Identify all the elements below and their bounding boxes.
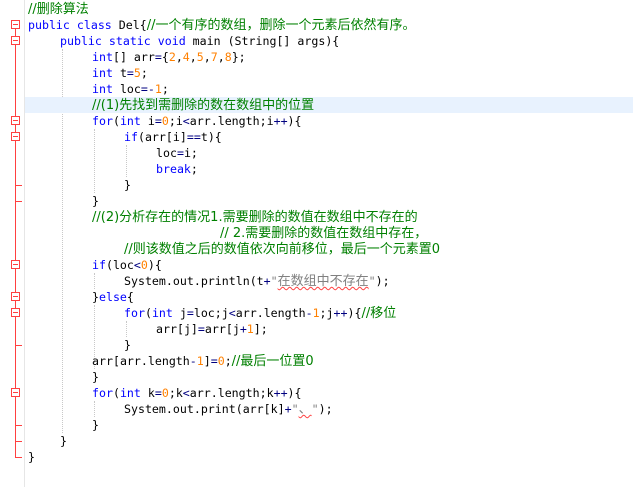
code-line[interactable]: } [60, 433, 67, 449]
code-line[interactable]: System.out.println(t+"在数组中不存在"); [124, 273, 390, 289]
code-line[interactable]: int loc=-1; [92, 81, 169, 97]
code-line[interactable]: if(loc<0){ [92, 257, 162, 273]
fold-toggle-icon[interactable] [11, 116, 20, 125]
fold-toggle-icon[interactable] [11, 260, 20, 269]
code-line[interactable]: } [124, 337, 131, 353]
code-line[interactable]: if(arr[i]==t){ [124, 129, 222, 145]
fold-toggle-icon[interactable] [11, 132, 20, 141]
code-line[interactable]: public static void main (String[] args){ [60, 33, 339, 49]
indent-guide [126, 321, 127, 337]
code-line[interactable]: public class Del{//一个有序的数组，删除一个元素后依然有序。 [28, 17, 415, 33]
code-line[interactable]: //则该数值之后的数值依次向前移位，最后一个元素置0 [124, 241, 440, 257]
code-line[interactable]: arr[j]=arr[j+1]; [156, 321, 268, 337]
fold-toggle-icon[interactable] [11, 308, 20, 317]
code-line[interactable]: break; [156, 161, 198, 177]
code-line[interactable]: int[] arr={2,4,5,7,8}; [92, 49, 246, 65]
code-line[interactable]: } [124, 177, 131, 193]
code-line[interactable]: //(2)分析存在的情况1.需要删除的数值在数组中不存在的 [92, 209, 418, 225]
fold-end-marker [15, 345, 22, 346]
fold-toggle-icon[interactable] [11, 20, 20, 29]
code-line[interactable]: // 2.需要删除的数值在数组中存在， [220, 225, 427, 241]
code-editor[interactable]: //删除算法 public class Del{//一个有序的数组，删除一个元素后… [0, 0, 633, 487]
fold-end-marker [15, 185, 22, 186]
gutter-separator [24, 0, 25, 487]
code-line[interactable]: }else{ [92, 289, 134, 305]
code-line[interactable]: //(1)先找到需删除的数在数组中的位置 [92, 97, 314, 113]
indent-guide [94, 273, 95, 289]
code-line[interactable]: //删除算法 [28, 1, 89, 17]
fold-toggle-icon[interactable] [11, 36, 20, 45]
fold-end-marker [15, 425, 22, 426]
code-line[interactable]: for(int j=loc;j<arr.length-1;j++){//移位 [124, 305, 396, 321]
code-line[interactable]: loc=i; [156, 145, 198, 161]
indent-guide [94, 129, 95, 193]
code-line[interactable]: for(int i=0;i<arr.length;i++){ [92, 113, 302, 129]
fold-end-marker [15, 201, 22, 202]
code-line[interactable]: System.out.print(arr[k]+"、"); [124, 401, 333, 417]
code-line[interactable]: arr[arr.length-1]=0;//最后一位置0 [92, 353, 314, 369]
indent-guide [94, 401, 95, 417]
fold-toggle-icon[interactable] [11, 292, 20, 301]
fold-end-marker [15, 457, 22, 458]
code-line[interactable]: } [92, 193, 99, 209]
code-line[interactable]: } [28, 449, 35, 465]
code-line[interactable]: for(int k=0;k<arr.length;k++){ [92, 385, 302, 401]
code-line[interactable]: } [92, 417, 99, 433]
fold-toggle-icon[interactable] [11, 388, 20, 397]
fold-end-marker [15, 441, 22, 442]
code-line[interactable]: } [92, 369, 99, 385]
fold-gutter [0, 0, 24, 487]
code-line[interactable]: int t=5; [92, 65, 148, 81]
indent-guide [126, 145, 127, 177]
